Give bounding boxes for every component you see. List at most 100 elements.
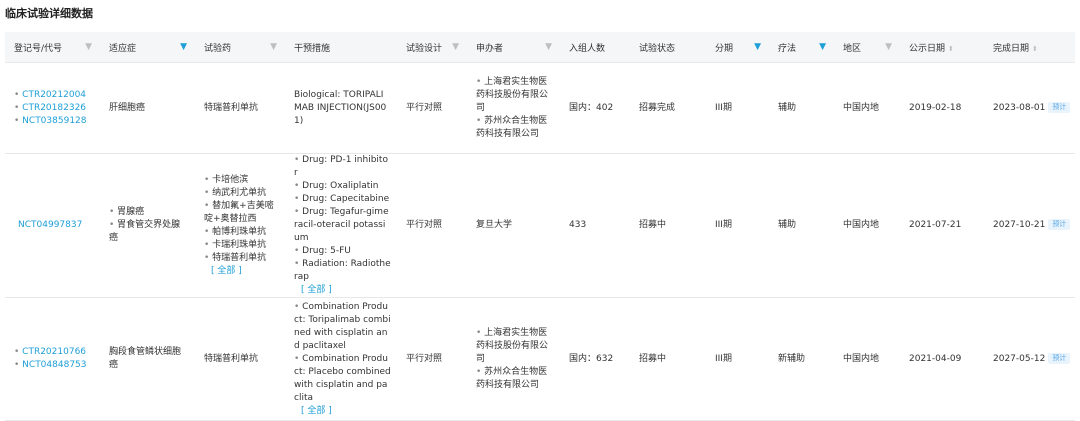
column-header-label: 公示日期 [909, 43, 946, 54]
column-header-label: 地区 [843, 43, 862, 54]
status-text: 招募完成 [639, 102, 676, 113]
design-text: 平行对照 [406, 102, 443, 113]
intervention-item: Drug: Oxaliplatin [294, 180, 391, 193]
intervention-text: Biological: TORIPALIMAB INJECTION(JS001) [294, 89, 387, 126]
indication-cell: 肝细胞癌 [100, 62, 195, 154]
region-text: 中国内地 [843, 102, 880, 113]
completion-date-text: 2027-10-21 [993, 220, 1046, 230]
column-header[interactable]: 试验状态 [630, 32, 706, 63]
filter-icon[interactable]: ▼ [452, 42, 459, 52]
table-row: CTR20212004CTR20182326NCT03859128 肝细胞癌 特瑞普… [5, 62, 1075, 154]
drug-cell: 卡培他滨纳武利尤单抗替加氟+吉美嘧啶+奥替拉西帕博利珠单抗卡瑞利珠单抗特瑞普利单… [195, 153, 285, 298]
completion-date-cell: 2027-05-12 预计 [984, 297, 1075, 421]
design-cell: 平行对照 [397, 153, 467, 298]
column-header-label: 试验设计 [406, 43, 443, 54]
completion-date-text: 2027-05-12 [993, 353, 1046, 364]
table-row: CTR20210766NCT04848753 胸段食管鳞状细胞癌 特瑞普利单抗 Com… [5, 297, 1075, 421]
registry-id-link[interactable]: NCT04848753 [14, 359, 94, 372]
column-header[interactable]: 登记号/代号 ▼ [5, 32, 100, 63]
column-header[interactable]: 完成日期 ⬍ [984, 32, 1075, 63]
indication-cell: 胃腺癌胃食管交界处腺癌 [100, 153, 195, 298]
registry-id-link[interactable]: CTR20212004 [14, 89, 94, 102]
column-header[interactable]: 分期 ▼ [706, 32, 769, 63]
status-text: 招募中 [639, 220, 667, 230]
registry-id-cell: NCT04997837 [5, 153, 100, 298]
design-text: 平行对照 [406, 353, 443, 364]
sort-icon[interactable]: ⬍ [948, 45, 954, 53]
indication-text: 胸段食管鳞状细胞癌 [109, 347, 182, 370]
column-header[interactable]: 试验药 ▼ [195, 32, 285, 63]
filter-icon[interactable]: ▼ [180, 42, 187, 52]
enrollment-text: 国内：402 [569, 102, 614, 113]
status-cell: 招募完成 [630, 62, 706, 154]
sort-icon[interactable]: ⬍ [1032, 45, 1038, 53]
show-all-link[interactable]: [ 全部 ] [294, 405, 391, 418]
completion-date-text: 2023-08-01 [993, 102, 1046, 113]
enrollment-cell: 国内：402 [560, 62, 630, 154]
enrollment-text: 433 [569, 220, 587, 230]
show-all-link[interactable]: [ 全部 ] [294, 284, 391, 297]
column-header-label: 申办者 [476, 43, 504, 54]
registry-id-link[interactable]: NCT04997837 [18, 220, 82, 230]
registry-id-cell: CTR20212004CTR20182326NCT03859128 [5, 62, 100, 154]
region-cell: 中国内地 [834, 62, 900, 154]
publish-date-text: 2021-04-09 [909, 353, 962, 364]
registry-id-link[interactable]: CTR20182326 [14, 102, 94, 115]
intervention-cell: Drug: PD-1 inhibitorDrug: OxaliplatinDru… [285, 153, 397, 298]
estimated-badge: 预计 [1048, 352, 1071, 364]
filter-icon[interactable]: ▼ [270, 42, 277, 52]
intervention-item: Radiation: Radiotherap [294, 258, 391, 284]
column-header[interactable]: 公示日期 ⬍ [900, 32, 984, 63]
filter-icon[interactable]: ▼ [819, 42, 826, 52]
registry-id-link[interactable]: NCT03859128 [14, 115, 94, 128]
phase-cell: III期 [706, 153, 769, 298]
publish-date-cell: 2021-07-21 [900, 153, 984, 298]
drug-item: 卡培他滨 [204, 174, 279, 187]
column-header[interactable]: 入组人数 [560, 32, 630, 63]
indication-text: 肝细胞癌 [109, 102, 146, 113]
intervention-item: Drug: PD-1 inhibitor [294, 154, 391, 180]
status-cell: 招募中 [630, 153, 706, 298]
column-header-label: 入组人数 [569, 43, 606, 54]
filter-icon[interactable]: ▼ [545, 42, 552, 52]
region-text: 中国内地 [843, 220, 880, 230]
registry-id-cell: CTR20210766NCT04848753 [5, 297, 100, 421]
column-header[interactable]: 疗法 ▼ [769, 32, 834, 63]
table-header: 登记号/代号 ▼ 适应症 ▼ 试验药 ▼ 干预措施 试验设计 ▼ 申办者 ▼ 入组人数 试验状态 分期 ▼ 疗… [5, 32, 1075, 63]
column-header[interactable]: 适应症 ▼ [100, 32, 195, 63]
filter-icon[interactable]: ▼ [754, 42, 761, 52]
column-header[interactable]: 申办者 ▼ [467, 32, 560, 63]
sponsor-item: 上海君实生物医药科技股份有限公司 [476, 327, 554, 366]
estimated-badge: 预计 [1048, 219, 1071, 230]
drug-item: 帕博利珠单抗 [204, 226, 279, 239]
estimated-badge: 预计 [1048, 101, 1071, 113]
column-header[interactable]: 试验设计 ▼ [397, 32, 467, 63]
therapy-cell: 辅助 [769, 153, 834, 298]
column-header-label: 分期 [715, 43, 734, 54]
column-header-label: 适应症 [109, 43, 137, 54]
design-cell: 平行对照 [397, 62, 467, 154]
phase-text: III期 [715, 102, 732, 113]
therapy-cell: 辅助 [769, 62, 834, 154]
show-all-link[interactable]: [ 全部 ] [204, 265, 279, 278]
intervention-item: Combination Product: Toripalimab combine… [294, 301, 391, 353]
filter-icon[interactable]: ▼ [85, 42, 92, 52]
intervention-item: Drug: Capecitabine [294, 193, 391, 206]
enrollment-text: 国内：632 [569, 353, 614, 364]
sponsor-cell: 上海君实生物医药科技股份有限公司苏州众合生物医药科技有限公司 [467, 62, 560, 154]
publish-date-cell: 2021-04-09 [900, 297, 984, 421]
status-text: 招募中 [639, 353, 667, 364]
sponsor-item: 苏州众合生物医药科技有限公司 [476, 366, 554, 392]
intervention-cell: Combination Product: Toripalimab combine… [285, 297, 397, 421]
enrollment-cell: 433 [560, 153, 630, 298]
column-header[interactable]: 地区 ▼ [834, 32, 900, 63]
column-header[interactable]: 干预措施 [285, 32, 397, 63]
phase-cell: III期 [706, 297, 769, 421]
registry-id-link[interactable]: CTR20210766 [14, 346, 94, 359]
sponsor-item: 苏州众合生物医药科技有限公司 [476, 115, 554, 141]
phase-cell: III期 [706, 62, 769, 154]
drug-cell: 特瑞普利单抗 [195, 297, 285, 421]
filter-icon[interactable]: ▼ [885, 42, 892, 52]
intervention-item: Drug: 5-FU [294, 245, 391, 258]
drug-item: 替加氟+吉美嘧啶+奥替拉西 [204, 200, 279, 226]
